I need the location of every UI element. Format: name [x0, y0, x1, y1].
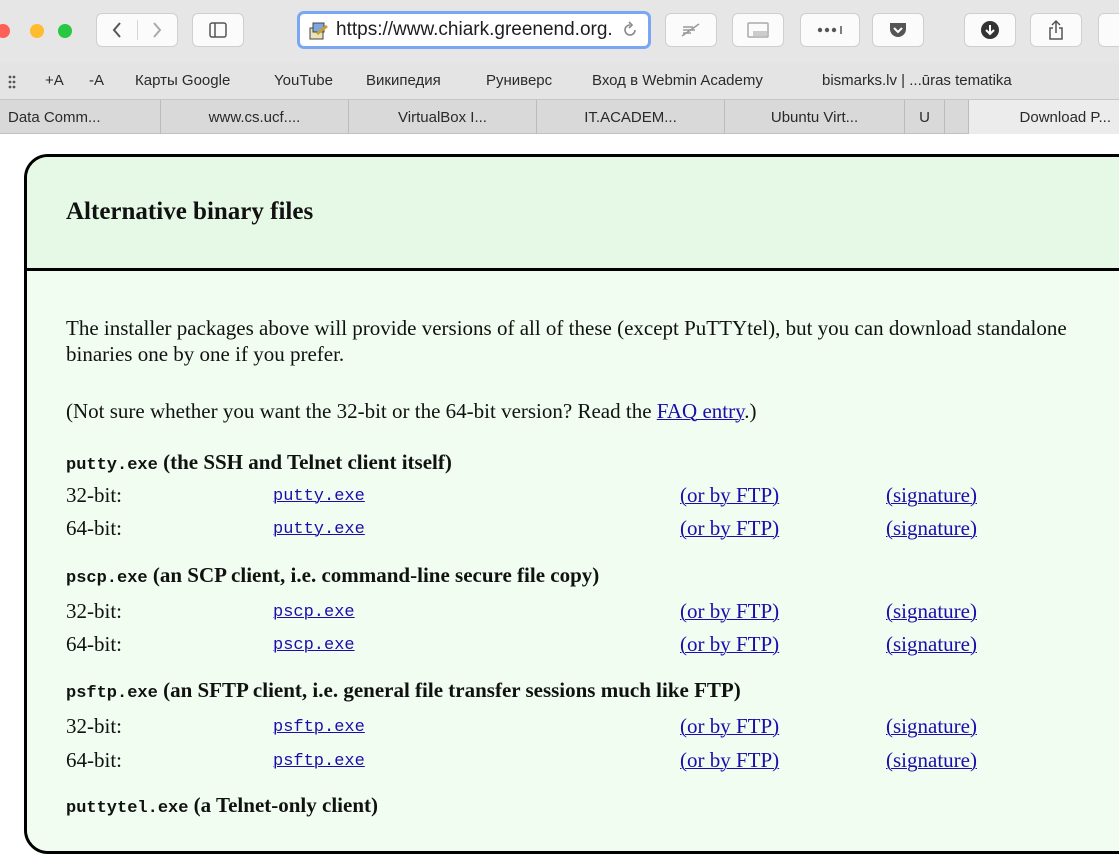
binary-link[interactable]: pscp.exe — [273, 603, 355, 622]
back-button[interactable] — [97, 14, 137, 46]
close-window-button[interactable] — [0, 24, 10, 38]
tab-cs-ucf[interactable]: www.cs.ucf.... — [161, 100, 349, 134]
ftp-link[interactable]: (or by FTP) — [680, 714, 779, 739]
ftp-link[interactable]: (or by FTP) — [680, 748, 779, 773]
tab-ubuntu-virt[interactable]: Ubuntu Virt... — [725, 100, 905, 134]
pocket-button[interactable] — [872, 13, 924, 47]
section-filename: puttytel.exe — [66, 799, 189, 818]
signature-link[interactable]: (signature) — [886, 599, 977, 624]
bookmark-bismarks[interactable]: bismarks.lv | ...ūras tematika — [822, 72, 1012, 89]
site-icon — [309, 22, 328, 40]
signature-link[interactable]: (signature) — [886, 748, 977, 773]
tab-u[interactable]: U — [905, 100, 945, 134]
section-desc: (a Telnet-only client) — [188, 793, 378, 817]
zoom-window-button[interactable] — [58, 24, 72, 38]
ftp-link[interactable]: (or by FTP) — [680, 599, 779, 624]
sidebar-button[interactable] — [192, 13, 244, 47]
tabs-overview-button[interactable] — [1098, 13, 1119, 47]
section-desc: (an SFTP client, i.e. general file trans… — [157, 678, 741, 702]
chevron-left-icon — [112, 22, 121, 38]
section-filename: pscp.exe — [66, 569, 148, 588]
arch-label: 64-bit: — [66, 516, 122, 540]
bookmark-zoom-in[interactable]: +A — [45, 72, 64, 89]
arch-label: 32-bit: — [66, 714, 122, 738]
sidebar-icon — [209, 22, 227, 38]
ellipsis-icon — [817, 26, 842, 34]
download-icon — [981, 21, 999, 39]
intro-paragraph: The installer packages above will provid… — [66, 316, 1067, 366]
box-body: The installer packages above will provid… — [27, 271, 1119, 851]
download-row: 64-bit: pscp.exe (or by FTP) (signature) — [66, 632, 1106, 658]
ftp-link[interactable]: (or by FTP) — [680, 632, 779, 657]
download-row: 32-bit: putty.exe (or by FTP) (signature… — [66, 483, 1106, 509]
section-title-pscp: pscp.exe (an SCP client, i.e. command-li… — [66, 563, 599, 588]
bookmarks-bar: +A -A Карты Google YouTube Википедия Рун… — [0, 63, 1119, 99]
forward-button[interactable] — [138, 14, 178, 46]
browser-toolbar: https://www.chiark.greenend.org.uk/~sgta… — [0, 0, 1119, 63]
arch-label: 64-bit: — [66, 632, 122, 656]
arch-label: 64-bit: — [66, 748, 122, 772]
reload-icon[interactable] — [620, 20, 640, 40]
bookmark-youtube[interactable]: YouTube — [274, 72, 333, 89]
section-desc: (the SSH and Telnet client itself) — [157, 450, 452, 474]
alternative-binaries-box: Alternative binary files The installer p… — [24, 154, 1119, 854]
signature-link[interactable]: (signature) — [886, 483, 977, 508]
url-text: https://www.chiark.greenend.org.uk/~sgta… — [336, 19, 611, 40]
screen-icon — [747, 22, 769, 38]
section-desc: (an SCP client, i.e. command-line secure… — [147, 563, 600, 587]
signature-link[interactable]: (signature) — [886, 632, 977, 657]
bookmark-zoom-out[interactable]: -A — [89, 72, 104, 89]
ftp-link[interactable]: (or by FTP) — [680, 483, 779, 508]
download-row: 64-bit: putty.exe (or by FTP) (signature… — [66, 516, 1106, 542]
minimize-window-button[interactable] — [30, 24, 44, 38]
download-row: 32-bit: psftp.exe (or by FTP) (signature… — [66, 714, 1106, 740]
tab-data-comm[interactable]: Data Comm... — [0, 100, 161, 134]
bookmark-runivers[interactable]: Руниверс — [486, 72, 552, 89]
section-heading: Alternative binary files — [66, 198, 314, 225]
bookmark-webmin[interactable]: Вход в Webmin Academy — [592, 72, 763, 89]
arch-label: 32-bit: — [66, 599, 122, 623]
faq-note: (Not sure whether you want the 32-bit or… — [66, 398, 757, 424]
binary-link[interactable]: psftp.exe — [273, 752, 365, 771]
bookmark-wikipedia[interactable]: Википедия — [366, 72, 441, 89]
section-title-puttytel: puttytel.exe (a Telnet-only client) — [66, 793, 378, 818]
section-filename: psftp.exe — [66, 684, 158, 703]
screen-button[interactable] — [732, 13, 784, 47]
section-filename: putty.exe — [66, 456, 158, 475]
bookmark-google-maps[interactable]: Карты Google — [135, 72, 230, 89]
reader-button[interactable] — [665, 13, 717, 47]
pocket-icon — [890, 23, 906, 37]
section-title-putty: putty.exe (the SSH and Telnet client its… — [66, 450, 452, 475]
address-bar[interactable]: https://www.chiark.greenend.org.uk/~sgta… — [297, 11, 651, 49]
share-icon — [1049, 19, 1063, 40]
nav-buttons — [96, 13, 178, 47]
share-button[interactable] — [1030, 13, 1082, 47]
tab-virtualbox[interactable]: VirtualBox I... — [349, 100, 537, 134]
download-row: 32-bit: pscp.exe (or by FTP) (signature) — [66, 599, 1106, 625]
binary-link[interactable]: putty.exe — [273, 520, 365, 539]
download-row: 64-bit: psftp.exe (or by FTP) (signature… — [66, 748, 1106, 774]
chevron-right-icon — [153, 22, 162, 38]
faq-entry-link[interactable]: FAQ entry — [657, 399, 745, 423]
signature-link[interactable]: (signature) — [886, 516, 977, 541]
tab-pinned[interactable] — [945, 100, 969, 134]
reader-off-icon — [681, 23, 700, 37]
grid-icon[interactable] — [8, 75, 16, 89]
ftp-link[interactable]: (or by FTP) — [680, 516, 779, 541]
more-extensions-button[interactable] — [800, 13, 860, 47]
signature-link[interactable]: (signature) — [886, 714, 977, 739]
binary-link[interactable]: psftp.exe — [273, 718, 365, 737]
arch-label: 32-bit: — [66, 483, 122, 507]
binary-link[interactable]: putty.exe — [273, 487, 365, 506]
tab-bar: Data Comm... www.cs.ucf.... VirtualBox I… — [0, 99, 1119, 134]
section-title-psftp: psftp.exe (an SFTP client, i.e. general … — [66, 678, 741, 703]
faq-note-text: (Not sure whether you want the 32-bit or… — [66, 399, 657, 423]
binary-link[interactable]: pscp.exe — [273, 636, 355, 655]
tab-download-putty[interactable]: Download P... — [969, 100, 1119, 134]
faq-note-end: .) — [744, 399, 757, 423]
tab-it-academy[interactable]: IT.ACADEM... — [537, 100, 725, 134]
box-header: Alternative binary files — [27, 157, 1119, 271]
downloads-button[interactable] — [964, 13, 1016, 47]
